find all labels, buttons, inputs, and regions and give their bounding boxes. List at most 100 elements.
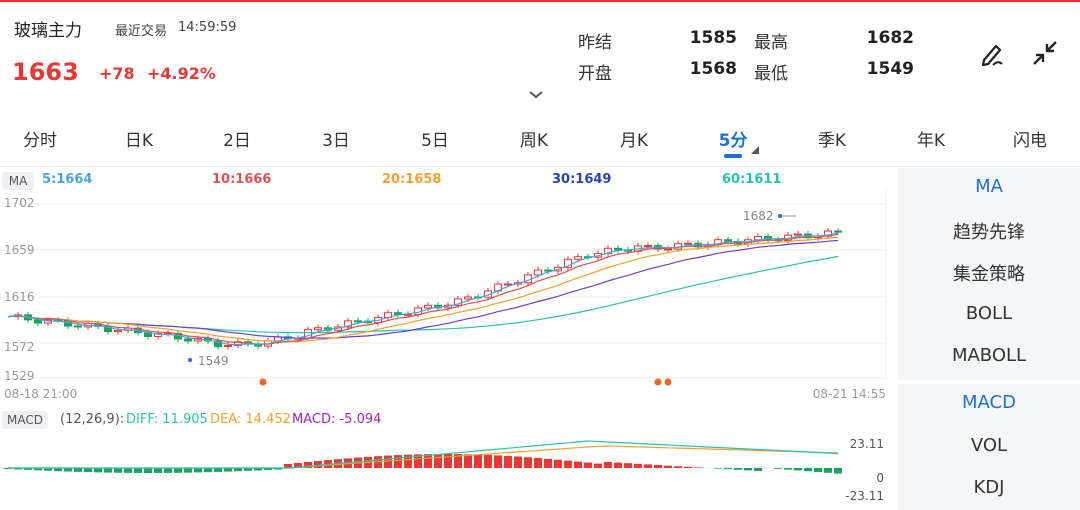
indicator-maboll[interactable]: MABOLL xyxy=(898,345,1080,366)
tab-flash[interactable]: 闪电 xyxy=(1013,126,1047,151)
ma5-value: 5:1664 xyxy=(42,172,93,187)
dropdown-corner-icon[interactable] xyxy=(751,146,759,154)
candle-body xyxy=(534,269,542,276)
macd-indicator-tag[interactable]: MACD xyxy=(2,411,48,429)
macd-bar xyxy=(624,463,632,468)
macd-bar xyxy=(784,468,792,470)
indicator-macd[interactable]: MACD xyxy=(898,392,1080,413)
macd-bar xyxy=(554,459,562,468)
macd-bar xyxy=(774,468,782,469)
candle-body xyxy=(644,244,652,247)
high-marker-label: 1682 xyxy=(743,209,774,223)
top-accent-line xyxy=(0,0,1080,2)
macd-bar xyxy=(634,463,642,468)
macd-bar xyxy=(714,468,722,469)
indicator-ma[interactable]: MA xyxy=(898,176,1080,197)
tab-monthly-k[interactable]: 月K xyxy=(620,126,648,151)
ma30-value: 30:1649 xyxy=(552,172,612,187)
macd-bar xyxy=(674,466,682,468)
macd-bar xyxy=(134,468,142,473)
indicator-fund-strategy[interactable]: 集金策略 xyxy=(898,260,1080,286)
candle-body xyxy=(504,283,512,286)
price-change-pct: +4.92% xyxy=(147,64,216,83)
low-marker-dot xyxy=(188,358,192,362)
event-dot[interactable] xyxy=(654,378,662,386)
tab-quarterly-k[interactable]: 季K xyxy=(818,126,846,151)
draw-pen-icon[interactable] xyxy=(978,38,1008,68)
macd-bar xyxy=(144,468,152,473)
ma60-value: 60:1611 xyxy=(722,172,782,187)
tabs-divider xyxy=(0,166,1080,167)
low-marker-label: 1549 xyxy=(198,354,229,368)
last-price: 1663 xyxy=(12,58,79,86)
tab-3day[interactable]: 3日 xyxy=(322,126,350,151)
macd-dea: DEA: 14.452 xyxy=(210,412,291,427)
tab-fenshi[interactable]: 分时 xyxy=(23,126,57,151)
macd-bar xyxy=(664,465,672,468)
candle-body xyxy=(114,329,122,333)
high-marker-dot xyxy=(778,214,782,218)
macd-bar xyxy=(694,467,702,468)
open-label: 开盘 xyxy=(578,64,612,84)
event-dot[interactable] xyxy=(259,378,267,386)
macd-bar xyxy=(94,468,102,473)
macd-bar xyxy=(824,468,832,473)
macd-bar xyxy=(474,454,482,468)
ma30-line xyxy=(7,239,839,339)
y-tick-label: 1659 xyxy=(4,243,35,257)
macd-bar xyxy=(204,468,212,473)
indicator-boll[interactable]: BOLL xyxy=(898,303,1080,324)
macd-bar xyxy=(434,454,442,468)
macd-bar xyxy=(184,468,192,473)
macd-bar xyxy=(494,455,502,468)
macd-histogram xyxy=(4,454,842,474)
candle-body xyxy=(304,329,312,339)
candle-body xyxy=(224,345,232,348)
price-change: +78 xyxy=(99,64,135,83)
macd-bar xyxy=(814,468,822,472)
low-value: 1549 xyxy=(866,59,914,79)
dea-line xyxy=(8,445,839,469)
macd-bar xyxy=(574,461,582,468)
tab-daily-k[interactable]: 日K xyxy=(125,126,153,151)
recent-trade-label: 最近交易 xyxy=(115,24,168,39)
macd-value: MACD: -5.094 xyxy=(292,412,382,427)
macd-bar xyxy=(804,468,812,472)
ma-indicator-tag[interactable]: MA xyxy=(2,172,34,190)
x-end-time: 08-21 14:55 xyxy=(813,387,886,401)
candle-body xyxy=(664,248,672,251)
indicator-kdj[interactable]: KDJ xyxy=(898,477,1080,498)
ma20-value: 20:1658 xyxy=(382,172,442,187)
candle-body xyxy=(184,338,192,342)
tab-2day[interactable]: 2日 xyxy=(223,126,251,151)
collapse-icon[interactable] xyxy=(1030,38,1060,68)
tab-5day[interactable]: 5日 xyxy=(421,126,449,151)
macd-bar xyxy=(544,458,552,468)
tab-weekly-k[interactable]: 周K xyxy=(520,126,548,151)
period-tabs: 分时 日K 2日 3日 5日 周K 月K 5分 季K 年K 闪电 xyxy=(0,118,1080,158)
y-tick-label: 1616 xyxy=(4,290,35,304)
candle-body xyxy=(614,247,622,251)
candle-body xyxy=(354,320,362,323)
diff-line xyxy=(8,440,839,469)
macd-bar xyxy=(744,468,752,471)
macd-bar xyxy=(174,468,182,473)
tab-5min[interactable]: 5分 xyxy=(719,126,748,151)
candle-body xyxy=(74,325,82,328)
macd-bar xyxy=(684,466,692,468)
indicator-vol[interactable]: VOL xyxy=(898,435,1080,456)
kline-chart[interactable]: 1682 1549 08-18 21:00 08-21 14:55 xyxy=(0,190,890,405)
tab-yearly-k[interactable]: 年K xyxy=(917,126,945,151)
chevron-down-icon[interactable] xyxy=(528,90,544,100)
macd-bar xyxy=(514,456,522,468)
event-dot[interactable] xyxy=(664,378,672,386)
candle-body xyxy=(314,327,322,331)
macd-diff: DIFF: 11.905 xyxy=(126,412,208,427)
indicator-trend-pioneer[interactable]: 趋势先锋 xyxy=(898,218,1080,244)
y-tick-label: 1529 xyxy=(4,369,35,383)
macd-chart[interactable]: 23.11 0 -23.11 xyxy=(0,430,890,510)
y-tick-label: 1572 xyxy=(4,340,35,354)
ma60-line xyxy=(7,255,839,334)
macd-bar xyxy=(614,462,622,468)
ma20-line xyxy=(7,236,839,343)
